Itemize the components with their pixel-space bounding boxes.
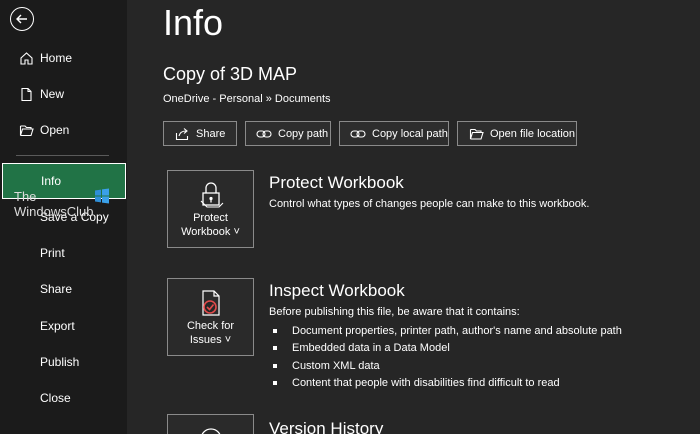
sidebar-item-label: Open — [40, 123, 70, 137]
bullet-icon — [273, 381, 277, 386]
list-item: Content that people with disabilities fi… — [273, 375, 622, 393]
copy-path-button[interactable]: Copy path — [245, 121, 331, 146]
sidebar-item-home[interactable]: Home — [0, 42, 127, 74]
inspect-document-icon — [196, 288, 226, 318]
sidebar-item-print[interactable]: Print — [0, 237, 127, 269]
share-button[interactable]: Share — [163, 121, 237, 146]
inspect-bullet-list: Document properties, printer path, autho… — [273, 322, 622, 392]
bullet-icon — [273, 328, 277, 333]
list-item-text: Custom XML data — [292, 359, 380, 372]
sidebar-divider — [16, 155, 109, 156]
folder-open-icon — [468, 126, 484, 142]
check-for-issues-button[interactable]: Check for Issues ˅ — [167, 278, 254, 356]
arrow-left-icon — [16, 14, 27, 24]
tile-label-line2: Workbook ˅ — [181, 226, 240, 238]
version-history-button[interactable] — [167, 414, 254, 434]
list-item: Document properties, printer path, autho… — [273, 322, 622, 340]
folder-open-icon — [18, 122, 34, 138]
link-icon — [256, 126, 272, 142]
lock-icon — [196, 180, 226, 210]
inspect-workbook-title: Inspect Workbook — [269, 281, 405, 300]
bullet-icon — [273, 363, 277, 368]
document-title: Copy of 3D MAP — [163, 64, 298, 84]
new-document-icon — [18, 86, 34, 102]
link-icon — [350, 126, 366, 142]
sidebar-item-label: Info — [41, 174, 62, 188]
watermark-text: The WindowsClub — [14, 189, 93, 220]
tile-label-line1: Check for — [186, 320, 235, 332]
tile-label-line1: Protect — [193, 212, 228, 224]
version-history-title: Version History — [269, 419, 384, 434]
watermark-line1: The — [14, 189, 37, 204]
sidebar-item-share[interactable]: Share — [0, 273, 127, 305]
sidebar-item-label: Export — [40, 319, 75, 333]
page-title: Info — [163, 2, 224, 43]
sidebar-item-label: New — [40, 87, 65, 101]
copy-path-button-label: Copy path — [278, 127, 329, 140]
list-item: Embedded data in a Data Model — [273, 340, 622, 358]
sidebar-item-label: Publish — [40, 355, 80, 369]
bullet-icon — [273, 346, 277, 351]
list-item-text: Content that people with disabilities fi… — [292, 377, 560, 390]
home-icon — [18, 50, 34, 66]
protect-workbook-tile-label: Protect Workbook ˅ — [181, 211, 240, 239]
sidebar-item-publish[interactable]: Publish — [0, 346, 127, 378]
share-button-label: Share — [196, 127, 226, 140]
protect-workbook-description: Control what types of changes people can… — [269, 198, 590, 210]
list-item: Custom XML data — [273, 357, 622, 375]
sidebar-item-label: Home — [40, 51, 73, 65]
check-for-issues-tile-label: Check for Issues ˅ — [187, 319, 234, 347]
backstage-sidebar: Home New Open Info Save a Copy Print Sha… — [0, 0, 127, 434]
inspect-workbook-description: Before publishing this file, be aware th… — [269, 306, 520, 318]
sidebar-item-new[interactable]: New — [0, 78, 127, 110]
list-item-text: Embedded data in a Data Model — [292, 342, 450, 355]
tile-label-line2: Issues ˅ — [189, 334, 232, 346]
sidebar-item-label: Share — [40, 282, 73, 296]
clock-icon — [196, 425, 226, 434]
open-file-location-button-label: Open file location — [490, 127, 575, 140]
watermark-line2: WindowsClub — [14, 204, 94, 219]
protect-workbook-button[interactable]: Protect Workbook ˅ — [167, 170, 254, 248]
copy-local-path-button-label: Copy local path — [372, 127, 448, 140]
list-item-text: Document properties, printer path, autho… — [292, 324, 622, 337]
sidebar-item-export[interactable]: Export — [0, 310, 127, 342]
sidebar-item-close[interactable]: Close — [0, 382, 127, 414]
copy-local-path-button[interactable]: Copy local path — [339, 121, 449, 146]
sidebar-item-open[interactable]: Open — [0, 114, 127, 146]
protect-workbook-title: Protect Workbook — [269, 173, 404, 192]
breadcrumb: OneDrive - Personal » Documents — [163, 93, 331, 105]
sidebar-item-label: Print — [40, 246, 65, 260]
open-file-location-button[interactable]: Open file location — [457, 121, 577, 146]
share-icon — [174, 126, 190, 142]
sidebar-item-label: Close — [40, 391, 71, 405]
windows-logo-icon — [95, 188, 109, 204]
back-button[interactable] — [10, 7, 34, 31]
